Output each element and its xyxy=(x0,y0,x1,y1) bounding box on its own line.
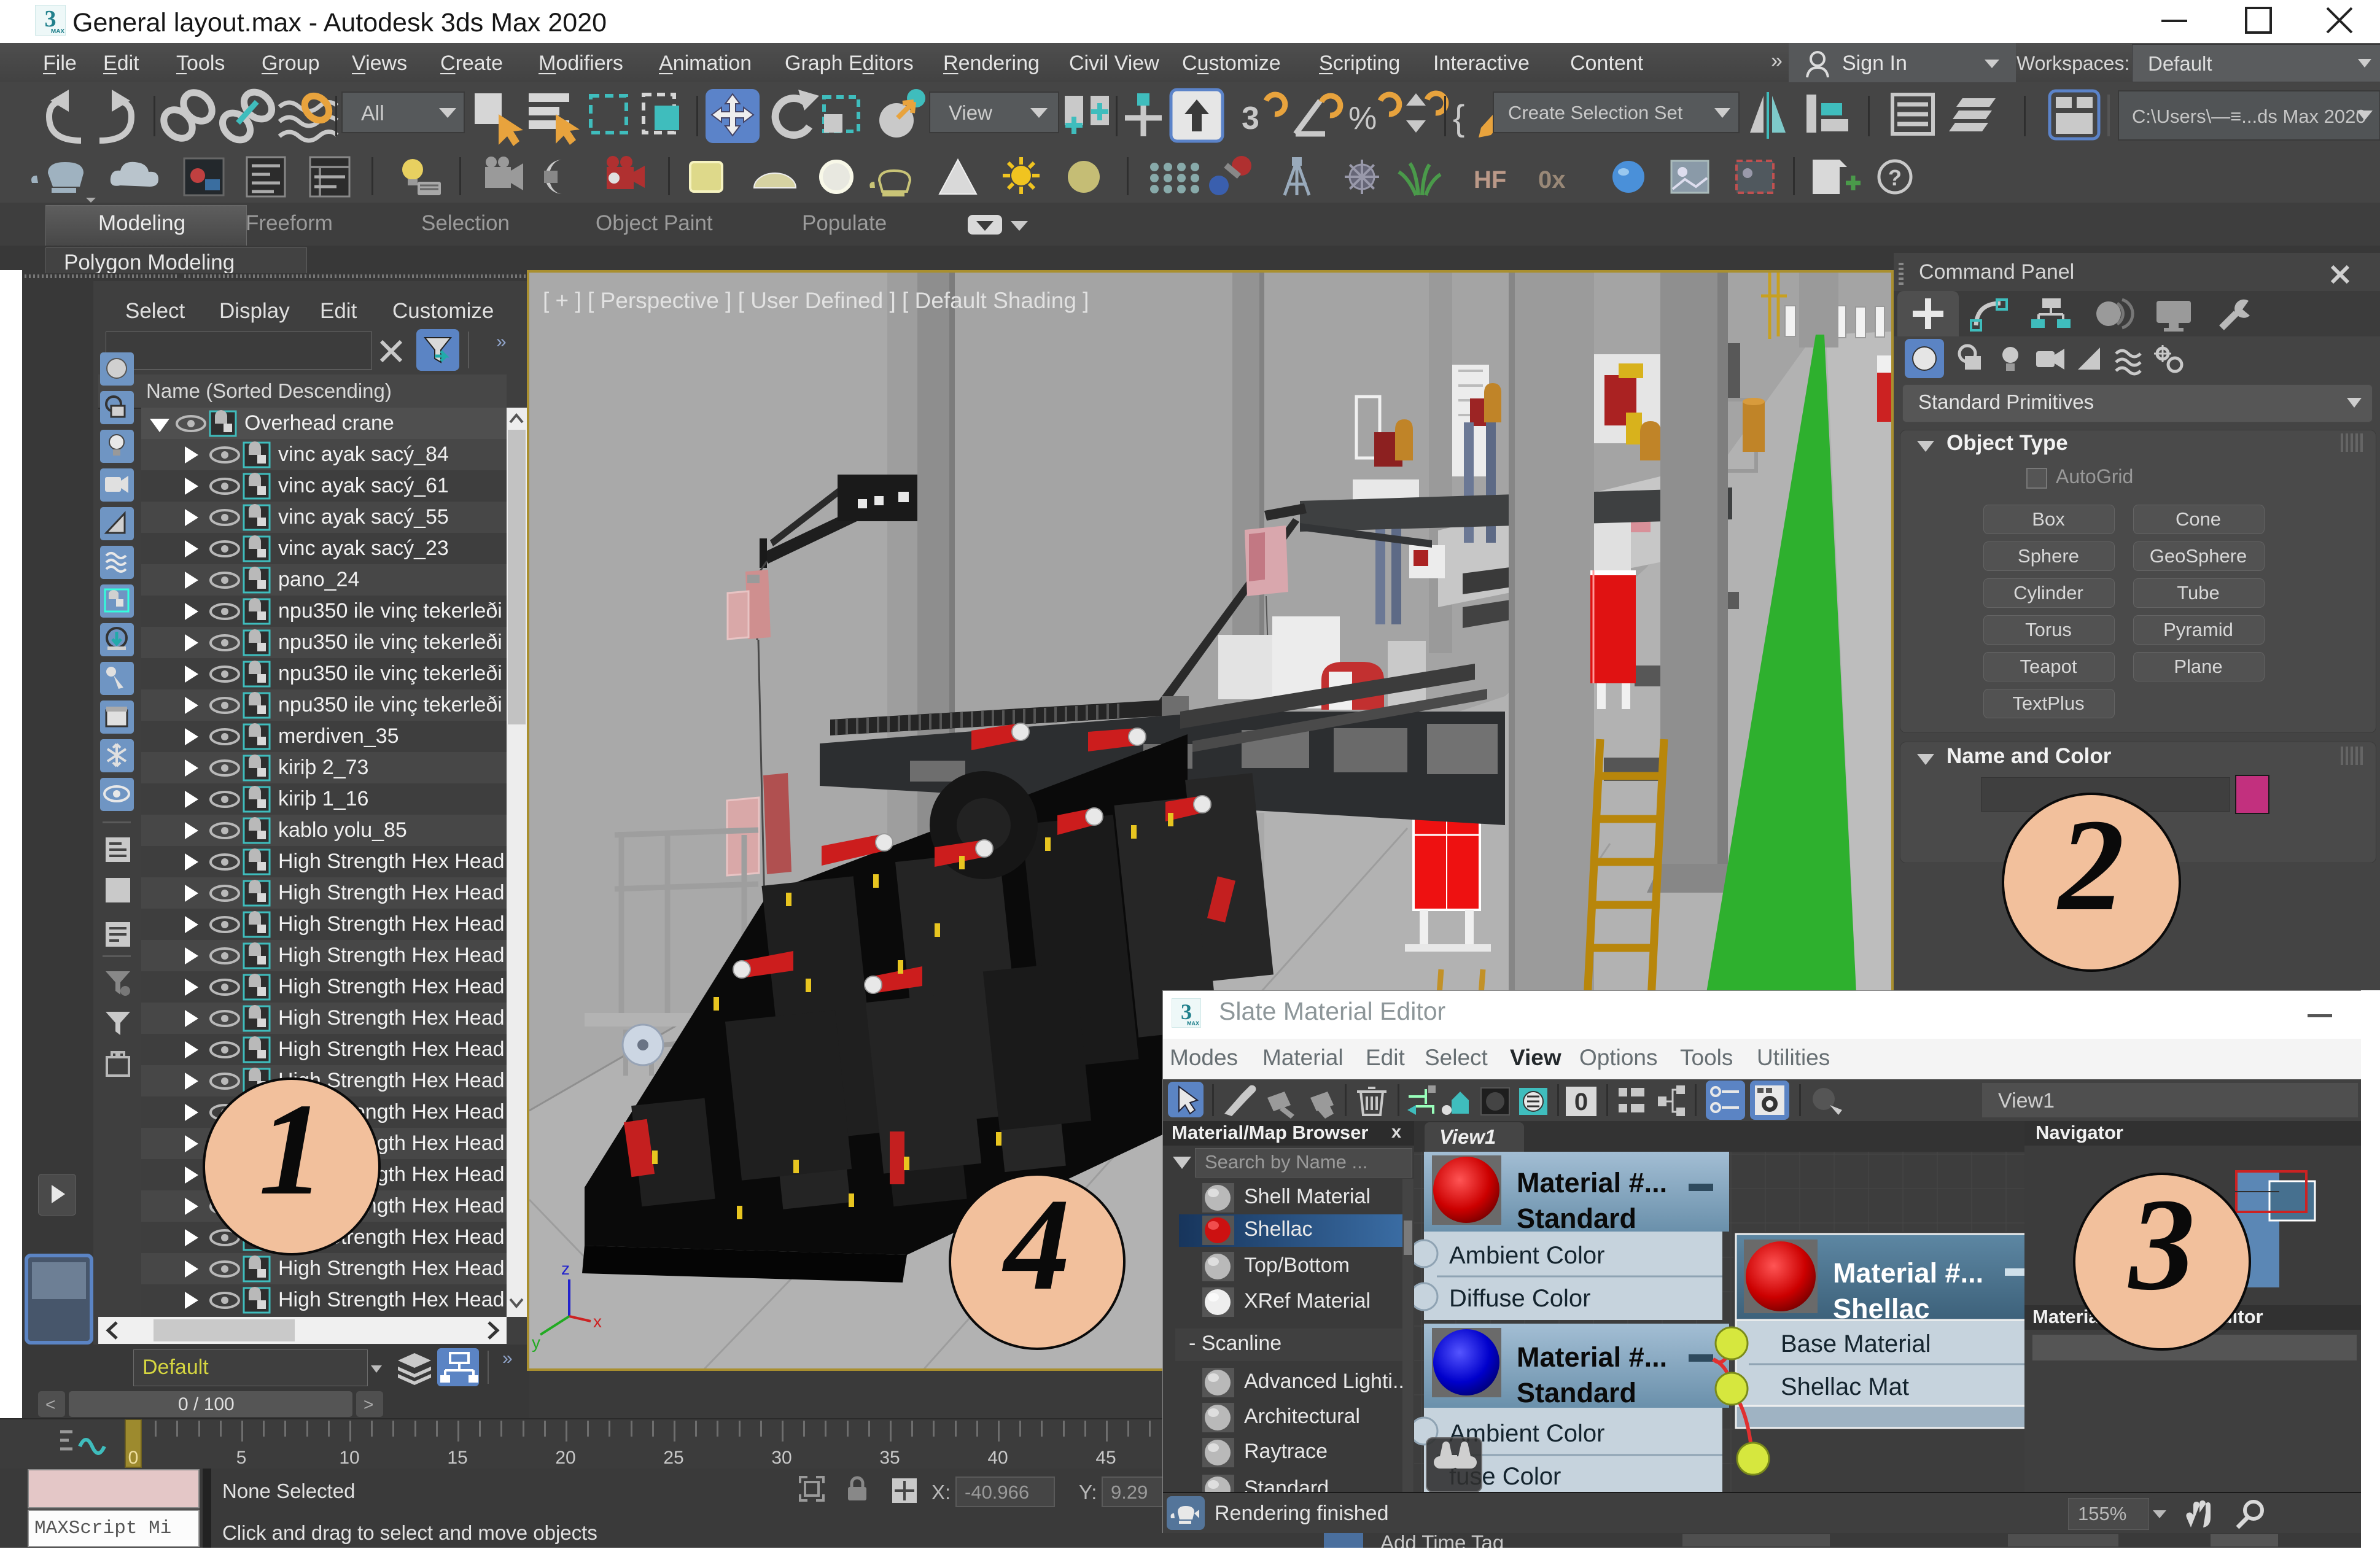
svg-text:View1: View1 xyxy=(1998,1089,2055,1112)
svg-text:x: x xyxy=(593,1312,602,1331)
svg-text:y: y xyxy=(532,1333,540,1352)
svg-text:Ambient Color: Ambient Color xyxy=(1449,1242,1604,1269)
svg-text:9.29: 9.29 xyxy=(1111,1481,1148,1503)
svg-text:?: ? xyxy=(1888,165,1902,190)
svg-text:Material #...: Material #... xyxy=(1517,1167,1667,1198)
svg-text:Create Selection Set: Create Selection Set xyxy=(1508,102,1683,123)
svg-text:%: % xyxy=(1348,101,1377,136)
svg-text:X:: X: xyxy=(931,1481,951,1504)
svg-text:35: 35 xyxy=(879,1448,900,1468)
svg-text:0x: 0x xyxy=(1538,166,1566,193)
svg-text:Material #...: Material #... xyxy=(1833,1257,1983,1289)
svg-text:Standard: Standard xyxy=(1517,1203,1636,1234)
svg-text:45: 45 xyxy=(1095,1448,1116,1468)
svg-text:z: z xyxy=(561,1259,570,1278)
svg-text:{: { xyxy=(1453,98,1464,138)
svg-text:25: 25 xyxy=(663,1448,683,1468)
svg-text:3: 3 xyxy=(1242,101,1259,136)
svg-text:40: 40 xyxy=(987,1448,1008,1468)
svg-text:0: 0 xyxy=(1574,1089,1588,1116)
svg-text:10: 10 xyxy=(339,1448,359,1468)
svg-text:-40.966: -40.966 xyxy=(965,1481,1029,1503)
svg-text:MAX: MAX xyxy=(51,28,65,35)
svg-text:Diffuse Color: Diffuse Color xyxy=(1449,1285,1590,1312)
svg-text:MAX: MAX xyxy=(1187,1020,1199,1026)
svg-text:All: All xyxy=(361,102,384,125)
svg-text:20: 20 xyxy=(555,1448,575,1468)
svg-text:15: 15 xyxy=(447,1448,467,1468)
svg-text:HF: HF xyxy=(1474,166,1506,193)
svg-text:Shellac Mat: Shellac Mat xyxy=(1781,1373,1909,1400)
svg-text:View: View xyxy=(949,101,992,124)
svg-text:5: 5 xyxy=(236,1448,247,1468)
svg-text:Material #...: Material #... xyxy=(1517,1341,1667,1373)
svg-text:30: 30 xyxy=(771,1448,791,1468)
svg-text:0: 0 xyxy=(128,1448,139,1468)
svg-text:Y:: Y: xyxy=(1079,1481,1097,1504)
svg-text:[ + ] [ Perspective ] [ User D: [ + ] [ Perspective ] [ User Defined ] [… xyxy=(543,288,1089,313)
svg-text:Standard: Standard xyxy=(1517,1377,1636,1408)
svg-text:C:\Users\—≡...ds Max 2020: C:\Users\—≡...ds Max 2020 xyxy=(2132,106,2366,127)
svg-text:Base Material: Base Material xyxy=(1781,1330,1931,1357)
